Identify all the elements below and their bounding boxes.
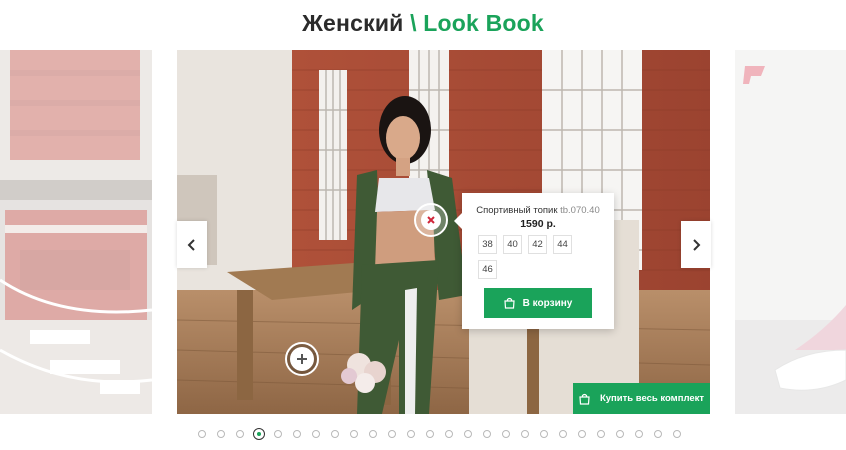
next-slide-image: [735, 50, 846, 414]
size-option[interactable]: 42: [528, 235, 547, 254]
next-slide-preview[interactable]: [735, 50, 846, 414]
size-option[interactable]: 44: [553, 235, 572, 254]
previous-slide-image: [0, 50, 152, 414]
pagination-dot[interactable]: [312, 430, 320, 438]
chevron-left-icon: [187, 238, 195, 251]
pagination-dot[interactable]: [198, 430, 206, 438]
pagination-dot[interactable]: [350, 430, 358, 438]
pagination-dot[interactable]: [407, 430, 415, 438]
chevron-right-icon: [693, 238, 701, 251]
slider-pagination: [198, 428, 692, 440]
pagination-dot[interactable]: [236, 430, 244, 438]
lookbook-main-slide: [177, 50, 710, 414]
size-option[interactable]: 46: [478, 260, 497, 279]
pagination-dot-active[interactable]: [253, 428, 265, 440]
lookbook-photo: [177, 50, 710, 414]
pagination-dot[interactable]: [426, 430, 434, 438]
product-price: 1590 р.: [520, 218, 556, 230]
buy-whole-set-label: Купить весь комплект: [599, 393, 705, 404]
hotspot-close-circle: [421, 210, 441, 230]
plus-icon: [297, 354, 307, 364]
product-hotspot-active[interactable]: [414, 203, 448, 237]
size-options: 38 40 42 44 46: [478, 235, 588, 279]
size-option[interactable]: 38: [478, 235, 497, 254]
pagination-dot[interactable]: [217, 430, 225, 438]
pagination-dot[interactable]: [502, 430, 510, 438]
pagination-dot[interactable]: [578, 430, 586, 438]
pagination-dot[interactable]: [483, 430, 491, 438]
pagination-dot[interactable]: [388, 430, 396, 438]
pagination-dot[interactable]: [293, 430, 301, 438]
pagination-dot[interactable]: [559, 430, 567, 438]
size-option[interactable]: 40: [503, 235, 522, 254]
hotspot-plus-circle: [290, 347, 314, 371]
pagination-dot[interactable]: [521, 430, 529, 438]
shopping-bag-icon: [579, 393, 590, 405]
product-hotspot[interactable]: [285, 342, 319, 376]
slider-next-button[interactable]: [681, 221, 711, 268]
pagination-dot[interactable]: [464, 430, 472, 438]
pagination-dot[interactable]: [331, 430, 339, 438]
product-sku: tb.070.40: [560, 205, 600, 216]
buy-whole-set-button[interactable]: Купить весь комплект: [573, 383, 710, 414]
product-popup: Спортивный топик tb.070.40 1590 р. 38 40…: [454, 193, 614, 329]
previous-slide-preview[interactable]: [0, 50, 152, 414]
pagination-dot[interactable]: [635, 430, 643, 438]
pagination-dot[interactable]: [274, 430, 282, 438]
add-to-cart-button[interactable]: В корзину: [484, 288, 592, 318]
pagination-dot[interactable]: [445, 430, 453, 438]
slider-prev-button[interactable]: [177, 221, 207, 268]
close-icon: [427, 216, 435, 224]
shopping-bag-icon: [504, 297, 515, 309]
pagination-dot[interactable]: [540, 430, 548, 438]
add-to-cart-label: В корзину: [522, 297, 573, 309]
product-name: Спортивный топик: [476, 205, 558, 216]
pagination-dot[interactable]: [673, 430, 681, 438]
pagination-dot[interactable]: [616, 430, 624, 438]
pagination-dot[interactable]: [597, 430, 605, 438]
pagination-dot[interactable]: [369, 430, 377, 438]
section-title: Женский \ Look Book: [0, 10, 846, 37]
section-title-separator: \: [410, 10, 417, 36]
section-title-main: Женский: [302, 10, 404, 36]
pagination-dot[interactable]: [654, 430, 662, 438]
section-title-accent: Look Book: [423, 10, 544, 36]
product-name-line: Спортивный топик tb.070.40: [462, 205, 614, 216]
